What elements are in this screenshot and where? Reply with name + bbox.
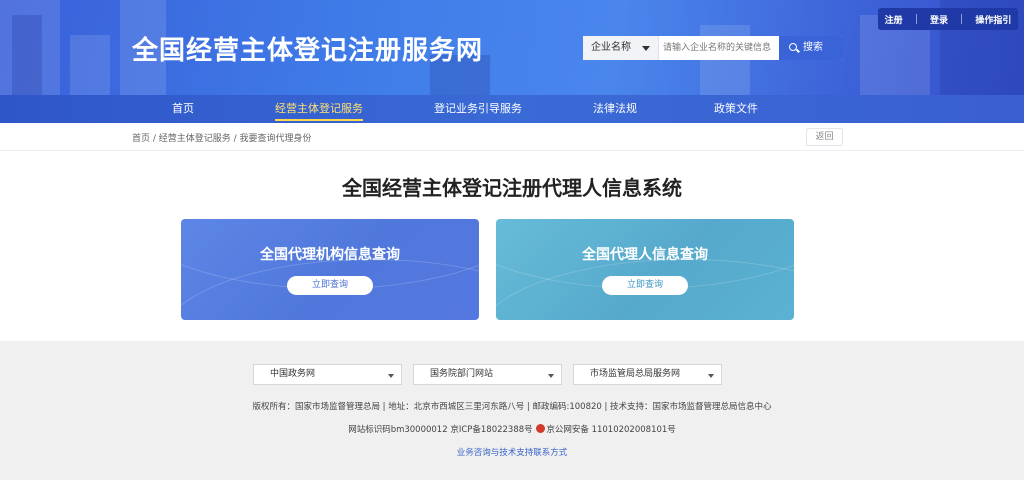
nav-item-registration[interactable]: 经营主体登记服务 bbox=[275, 95, 363, 123]
divider bbox=[961, 14, 963, 24]
breadcrumb-bar: 首页 / 经营主体登记服务 / 我要查询代理身份 返回 bbox=[0, 123, 1024, 151]
guide-link[interactable]: 操作指引 bbox=[975, 13, 1011, 26]
agency-query-card[interactable]: 全国代理机构信息查询 立即查询 bbox=[181, 219, 479, 320]
search-icon bbox=[789, 43, 797, 51]
nav-item-laws[interactable]: 法律法规 bbox=[593, 95, 637, 123]
site-title: 全国经营主体登记注册服务网 bbox=[132, 36, 484, 66]
search-input[interactable] bbox=[659, 36, 779, 60]
top-links: 注册 登录 操作指引 bbox=[878, 8, 1018, 30]
chevron-down-icon bbox=[548, 374, 554, 378]
footer-select-value: 市场监管局总局服务网 bbox=[590, 369, 681, 379]
footer-select-departments[interactable]: 国务院部门网站 bbox=[413, 364, 562, 385]
search-button[interactable]: 搜索 bbox=[779, 36, 843, 60]
chevron-down-icon bbox=[388, 374, 394, 378]
footer-select-value: 中国政务网 bbox=[270, 369, 316, 379]
icp-text[interactable]: 网站标识码bm30000012 京ICP备18022388号 bbox=[348, 425, 532, 435]
police-record-text[interactable]: 京公网安备 11010202008101号 bbox=[546, 425, 675, 435]
contact-link[interactable]: 业务咨询与技术支持联系方式 bbox=[0, 446, 1024, 458]
agent-query-card[interactable]: 全国代理人信息查询 立即查询 bbox=[496, 219, 794, 320]
chevron-down-icon bbox=[708, 374, 714, 378]
divider bbox=[915, 14, 917, 24]
main-nav: 首页 经营主体登记服务 登记业务引导服务 法律法规 政策文件 bbox=[0, 95, 1024, 123]
nav-item-guide[interactable]: 登记业务引导服务 bbox=[434, 95, 522, 123]
chevron-down-icon bbox=[642, 46, 650, 51]
login-link[interactable]: 登录 bbox=[930, 13, 948, 26]
search-type-select[interactable]: 企业名称 bbox=[583, 36, 659, 60]
agency-query-button[interactable]: 立即查询 bbox=[287, 276, 373, 295]
footer-ids: 网站标识码bm30000012 京ICP备18022388号 京公网安备 110… bbox=[0, 423, 1024, 435]
banner-building bbox=[70, 35, 110, 95]
footer-select-market[interactable]: 市场监管局总局服务网 bbox=[573, 364, 722, 385]
footer: 中国政务网 国务院部门网站 市场监管局总局服务网 版权所有：国家市场监督管理总局… bbox=[0, 341, 1024, 480]
header-banner: 全国经营主体登记注册服务网 企业名称 搜索 注册 登录 操作指引 bbox=[0, 0, 1024, 95]
search-type-value: 企业名称 bbox=[591, 42, 631, 53]
footer-select-gov[interactable]: 中国政务网 bbox=[253, 364, 402, 385]
police-badge-icon bbox=[536, 424, 546, 433]
register-link[interactable]: 注册 bbox=[885, 13, 903, 26]
search-bar: 企业名称 搜索 bbox=[583, 36, 843, 60]
nav-item-home[interactable]: 首页 bbox=[172, 95, 194, 123]
search-button-label: 搜索 bbox=[803, 42, 823, 53]
agent-query-button[interactable]: 立即查询 bbox=[602, 276, 688, 295]
footer-copyright: 版权所有：国家市场监督管理总局 | 地址：北京市西城区三里河东路八号 | 邮政编… bbox=[252, 402, 772, 412]
nav-item-policy[interactable]: 政策文件 bbox=[714, 95, 758, 123]
back-button[interactable]: 返回 bbox=[806, 128, 843, 146]
banner-building bbox=[12, 15, 42, 95]
card-title: 全国代理机构信息查询 bbox=[260, 247, 400, 263]
breadcrumb[interactable]: 首页 / 经营主体登记服务 / 我要查询代理身份 bbox=[132, 131, 312, 144]
page-title: 全国经营主体登记注册代理人信息系统 bbox=[342, 176, 682, 200]
footer-select-value: 国务院部门网站 bbox=[430, 369, 494, 379]
card-title: 全国代理人信息查询 bbox=[582, 247, 708, 263]
